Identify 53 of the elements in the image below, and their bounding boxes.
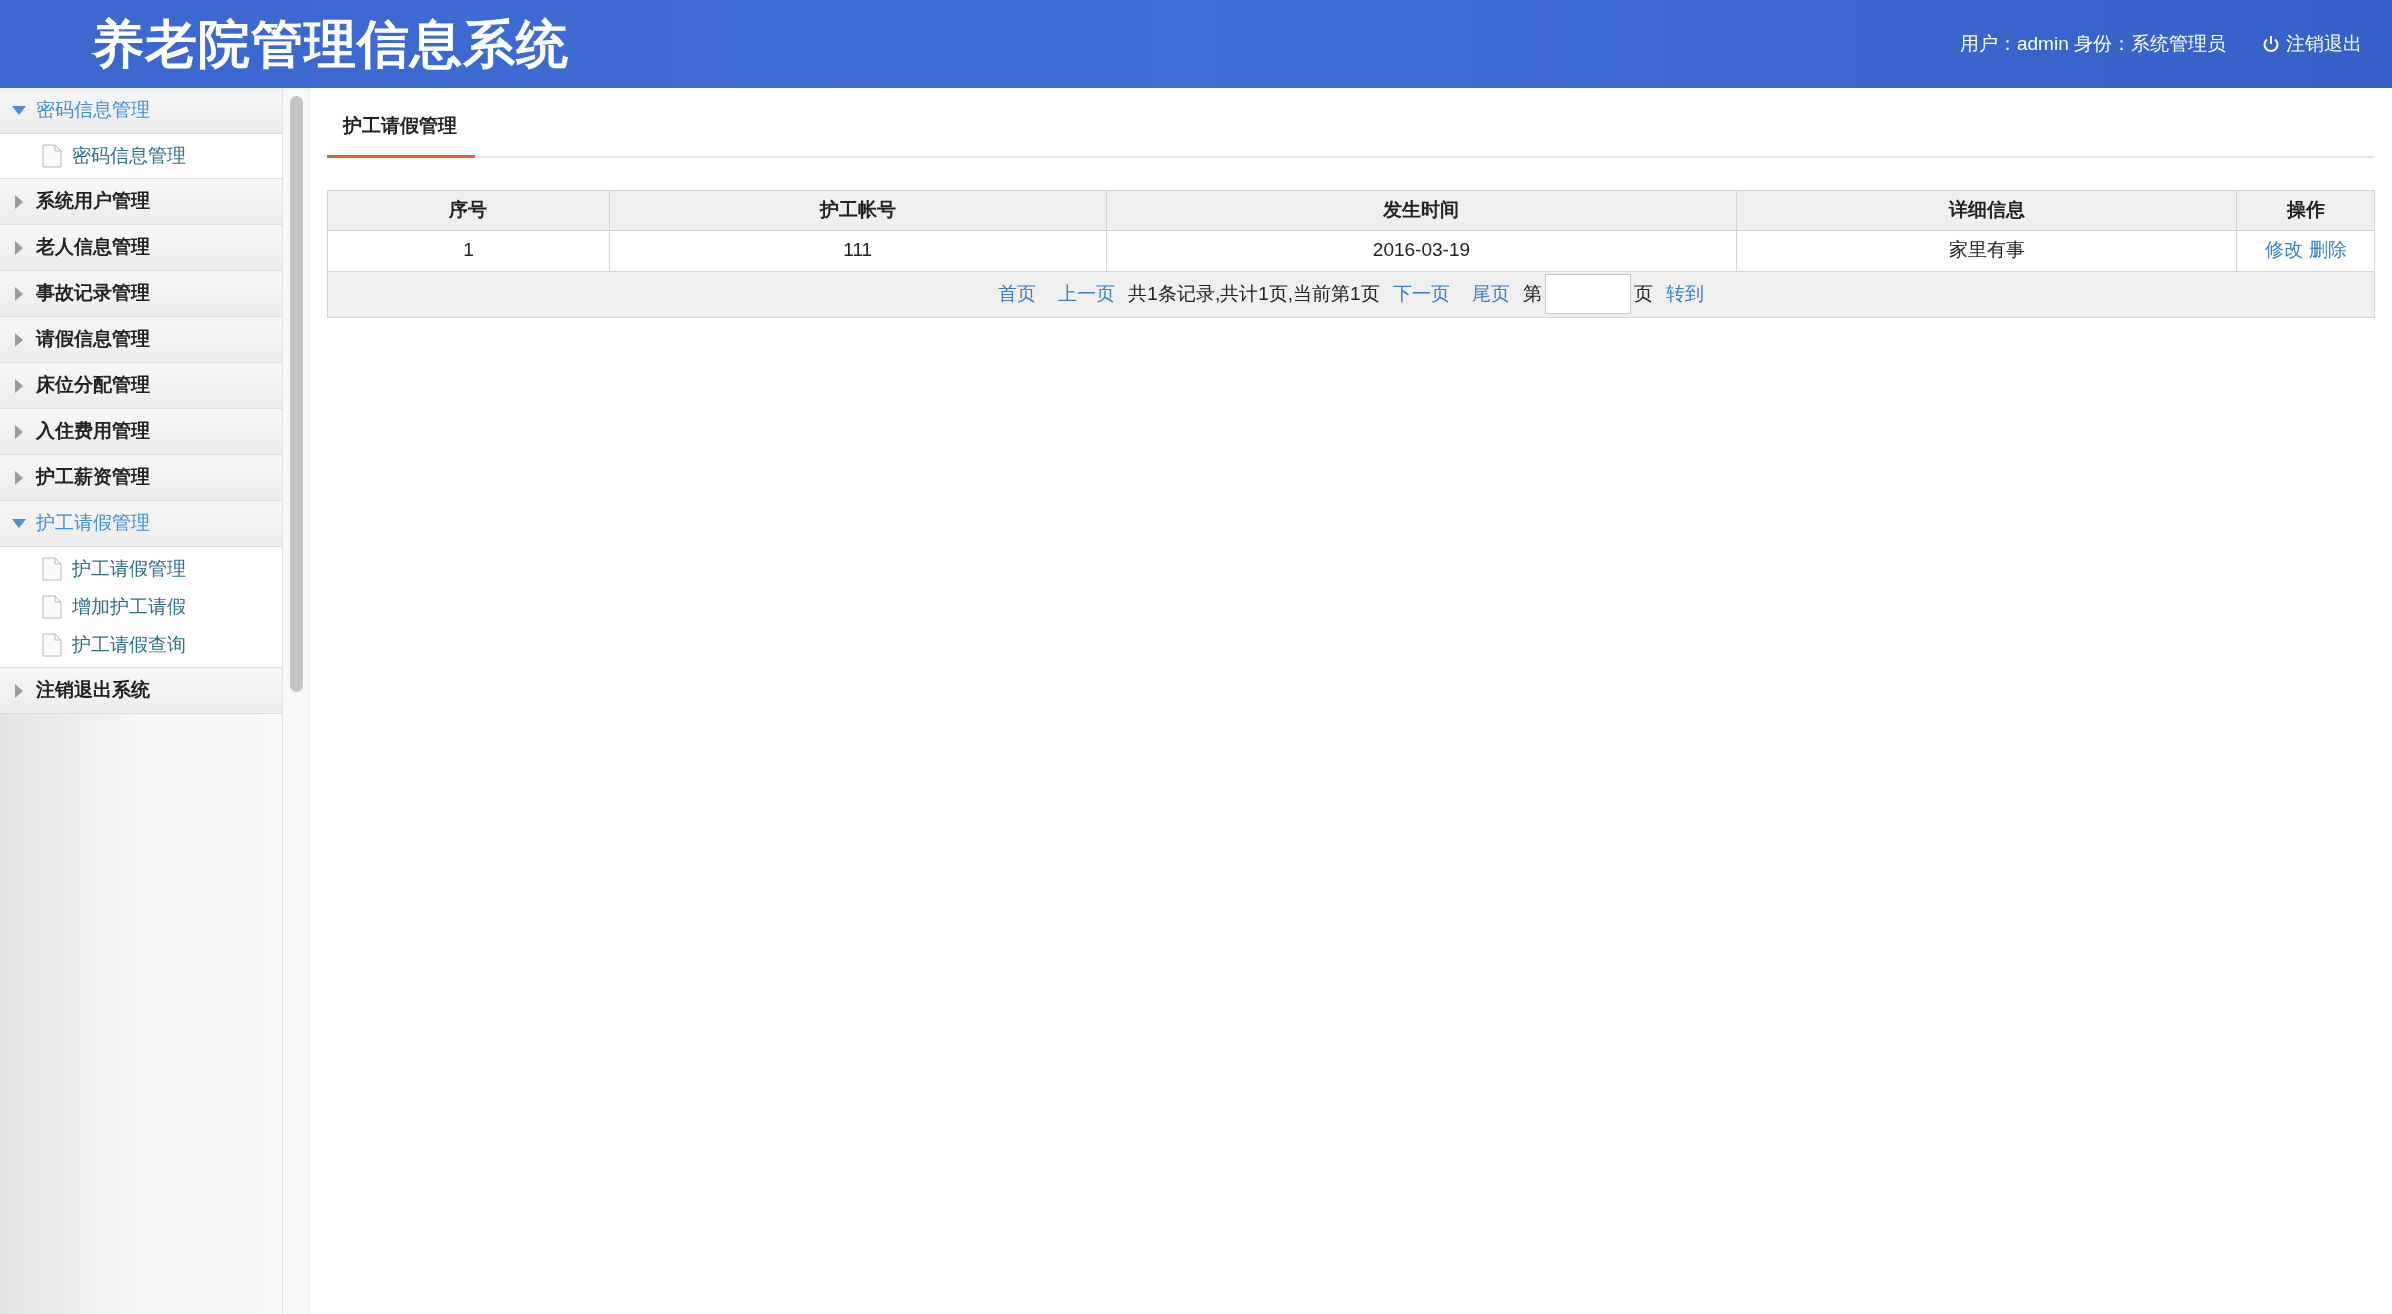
menu-group[interactable]: 床位分配管理 <box>0 363 282 409</box>
document-icon <box>42 557 62 581</box>
menu-group[interactable]: 请假信息管理 <box>0 317 282 363</box>
menu-item[interactable]: 增加护工请假 <box>0 588 282 626</box>
pager-link[interactable]: 下一页 <box>1392 279 1450 309</box>
document-icon <box>42 595 62 619</box>
expanded-triangle-icon <box>12 106 26 115</box>
column-header: 护工帐号 <box>609 190 1107 230</box>
system-title: 养老院管理信息系统 <box>92 14 569 75</box>
collapsed-triangle-icon <box>15 286 23 301</box>
menu-item[interactable]: 护工请假查询 <box>0 626 282 664</box>
pager-text: 共1条记录,共计1页,当前第1页 <box>1128 281 1380 306</box>
user-info: 用户：admin 身份：系统管理员 <box>1959 31 2226 56</box>
menu-item[interactable]: 护工请假管理 <box>0 550 282 588</box>
logout-link[interactable]: 注销退出 <box>2262 29 2362 59</box>
table-cell: 111 <box>609 230 1107 271</box>
collapsed-triangle-icon <box>15 194 23 209</box>
menu-group[interactable]: 护工薪资管理 <box>0 455 282 501</box>
collapsed-triangle-icon <box>15 470 23 485</box>
column-header: 详细信息 <box>1736 190 2237 230</box>
table-cell: 1 <box>327 230 610 271</box>
menu-group[interactable]: 事故记录管理 <box>0 271 282 317</box>
page-tab[interactable]: 护工请假管理 <box>327 108 475 158</box>
menu-group[interactable]: 入住费用管理 <box>0 409 282 455</box>
table-cell: 2016-03-19 <box>1106 230 1737 271</box>
pager-link[interactable]: 上一页 <box>1058 279 1116 309</box>
action-link[interactable]: 删除 <box>2308 236 2347 265</box>
action-link[interactable]: 修改 <box>2264 236 2303 265</box>
collapsed-triangle-icon <box>15 240 23 255</box>
collapsed-triangle-icon <box>15 424 23 439</box>
column-header: 序号 <box>327 190 610 230</box>
page-number-field[interactable] <box>1544 274 1631 314</box>
menu-group[interactable]: 老人信息管理 <box>0 225 282 271</box>
power-icon <box>2262 35 2280 53</box>
pager-link[interactable]: 首页 <box>998 279 1037 309</box>
column-header: 发生时间 <box>1106 190 1737 230</box>
collapsed-triangle-icon <box>15 332 23 347</box>
document-icon <box>42 144 62 168</box>
pager-link[interactable]: 尾页 <box>1471 279 1510 309</box>
scrollbar-thumb[interactable] <box>289 96 303 692</box>
menu-group[interactable]: 系统用户管理 <box>0 179 282 225</box>
expanded-triangle-icon <box>12 519 26 528</box>
menu-group[interactable]: 护工请假管理 <box>0 501 282 547</box>
menu-group[interactable]: 注销退出系统 <box>0 668 282 714</box>
column-header: 操作 <box>2236 190 2375 230</box>
pager-link[interactable]: 转到 <box>1665 279 1704 309</box>
document-icon <box>42 633 62 657</box>
table-cell: 家里有事 <box>1736 230 2237 271</box>
pager-text: 页 <box>1633 281 1653 306</box>
collapsed-triangle-icon <box>15 683 23 698</box>
collapsed-triangle-icon <box>15 378 23 393</box>
menu-group[interactable]: 密码信息管理 <box>0 88 282 134</box>
pager-text: 第 <box>1522 281 1542 306</box>
